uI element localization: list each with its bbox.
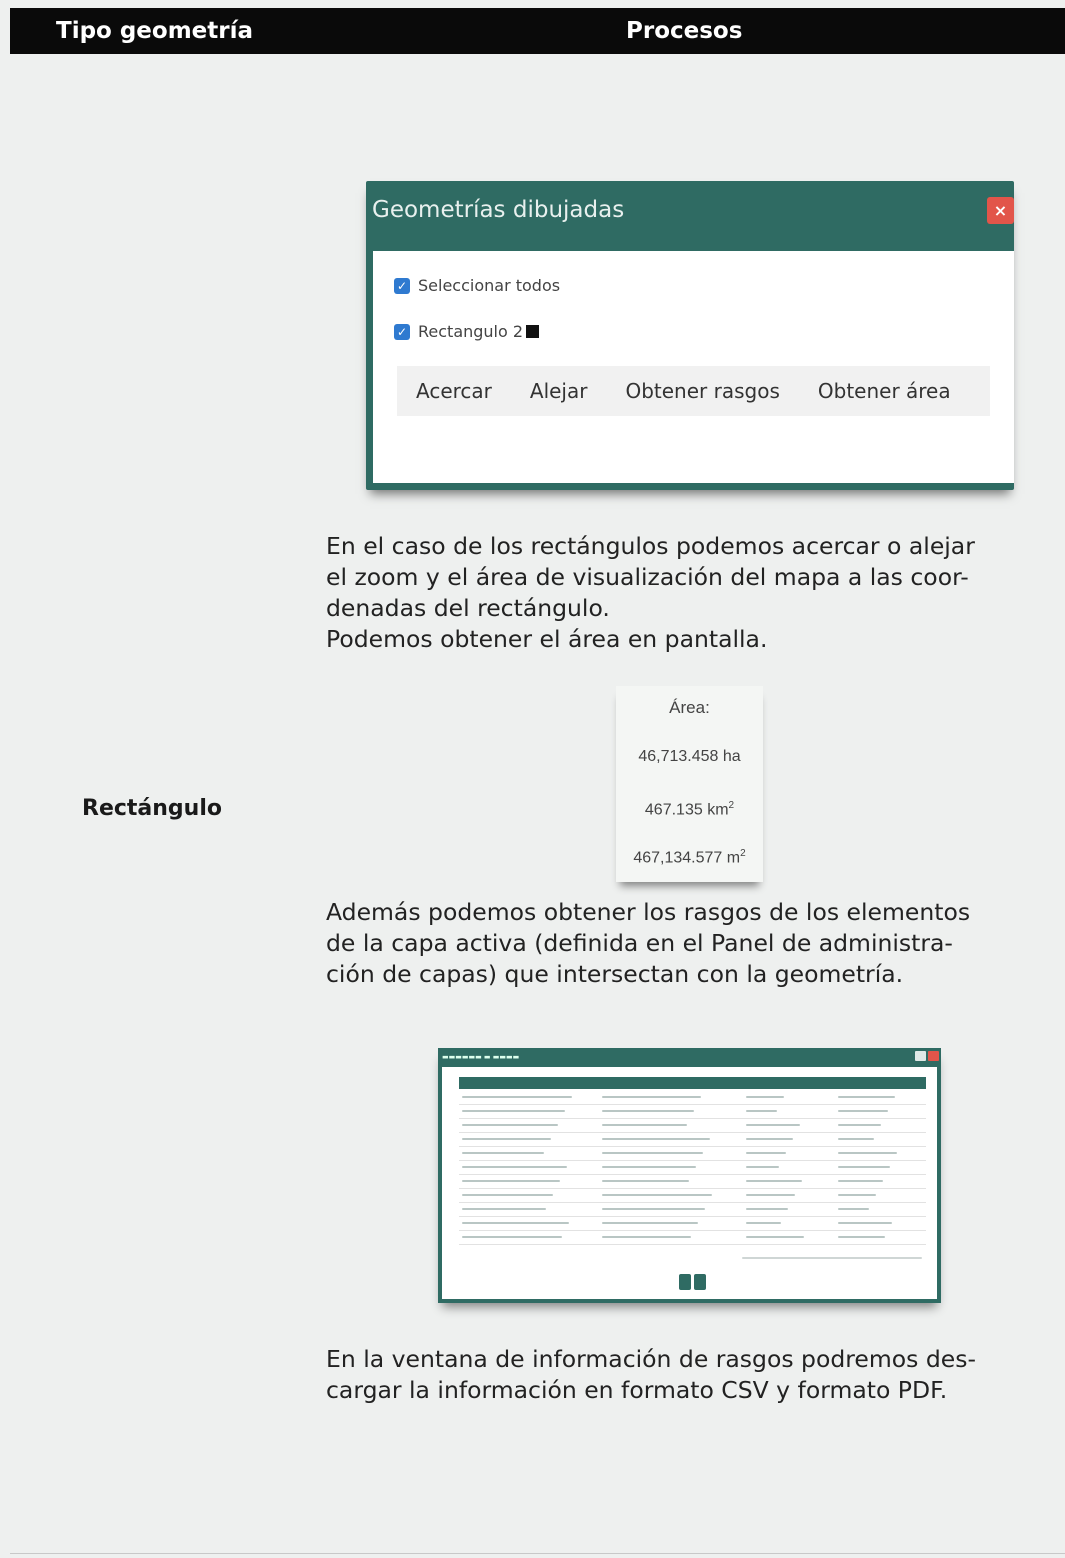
table-cell — [746, 1152, 786, 1154]
table-row — [459, 1202, 926, 1203]
table-cell — [838, 1236, 885, 1238]
table-row — [459, 1160, 926, 1161]
table-cell — [838, 1222, 892, 1224]
dialog-body: ✓ Seleccionar todos ✓ Rectangulo 2 Acerc… — [373, 251, 1014, 483]
paragraph-zoom: En el caso de los rectángulos podemos ac… — [326, 532, 975, 653]
table-cell — [838, 1166, 890, 1168]
table-cell — [602, 1194, 712, 1196]
color-swatch — [526, 325, 540, 338]
table-row — [459, 1230, 926, 1231]
checkbox-checked-icon[interactable]: ✓ — [394, 323, 410, 340]
table-cell — [838, 1096, 895, 1098]
rasgos-table-area — [442, 1067, 937, 1299]
table-row — [459, 1146, 926, 1147]
table-cell — [602, 1152, 703, 1154]
csv-download-icon[interactable] — [679, 1274, 691, 1290]
table-cell — [746, 1194, 795, 1196]
paragraph-descarga: En la ventana de información de rasgos p… — [326, 1345, 976, 1404]
table-row — [459, 1188, 926, 1189]
pagination[interactable] — [742, 1257, 922, 1259]
obtener-area-button[interactable]: Obtener área — [799, 379, 970, 403]
rasgos-window: ▬▬▬▬▬▬ ▬ ▬▬▬▬ — [438, 1048, 941, 1303]
area-result-box: Área: 46,713.458 ha 467.135 km2 467,134.… — [616, 686, 763, 882]
maximize-icon[interactable] — [915, 1051, 926, 1061]
close-icon[interactable] — [928, 1051, 939, 1061]
table-row — [459, 1174, 926, 1175]
table-cell — [746, 1236, 804, 1238]
table-cell — [462, 1194, 553, 1196]
table-cell — [462, 1222, 569, 1224]
table-cell — [746, 1138, 793, 1140]
table-cell — [462, 1180, 560, 1182]
table-cell — [462, 1236, 562, 1238]
table-cell — [602, 1138, 710, 1140]
area-ha-value: 46,713.458 ha — [638, 748, 741, 765]
table-cell — [838, 1110, 888, 1112]
table-cell — [462, 1096, 572, 1098]
checkbox-checked-icon[interactable]: ✓ — [394, 277, 410, 294]
close-icon[interactable]: × — [987, 197, 1014, 224]
table-cell — [602, 1236, 691, 1238]
table-cell — [746, 1208, 788, 1210]
table-cell — [838, 1208, 869, 1210]
table-cell — [602, 1110, 694, 1112]
obtener-rasgos-button[interactable]: Obtener rasgos — [606, 379, 798, 403]
table-cell — [746, 1180, 802, 1182]
bottom-rule — [10, 1553, 1065, 1554]
geometrias-dialog: Geometrías dibujadas × ✓ Seleccionar tod… — [366, 181, 1014, 490]
alejar-button[interactable]: Alejar — [511, 379, 607, 403]
table-row — [459, 1216, 926, 1217]
pdf-download-icon[interactable] — [694, 1274, 706, 1290]
table-cell — [838, 1180, 883, 1182]
column-header-procesos: Procesos — [626, 18, 743, 44]
table-cell — [602, 1208, 705, 1210]
table-cell — [746, 1222, 781, 1224]
table-cell — [838, 1194, 876, 1196]
table-cell — [462, 1208, 546, 1210]
table-cell — [602, 1124, 687, 1126]
rectangle-item-label: Rectangulo 2 — [418, 322, 524, 341]
select-all-label: Seleccionar todos — [418, 276, 561, 295]
table-cell — [838, 1152, 897, 1154]
table-cell — [602, 1222, 698, 1224]
area-m-value: 467,134.577 m2 — [633, 848, 746, 867]
rectangle-item-row[interactable]: ✓ Rectangulo 2 — [394, 322, 540, 341]
rasgos-table-header — [459, 1077, 926, 1089]
table-row — [459, 1104, 926, 1105]
table-cell — [746, 1166, 779, 1168]
table-cell — [462, 1166, 567, 1168]
rasgos-window-title: ▬▬▬▬▬▬ ▬ ▬▬▬▬ — [442, 1053, 520, 1061]
table-cell — [838, 1138, 874, 1140]
table-cell — [838, 1124, 881, 1126]
dialog-button-bar: Acercar Alejar Obtener rasgos Obtener ár… — [397, 366, 990, 416]
table-header: Tipo geometría Procesos — [10, 8, 1065, 54]
table-cell — [746, 1096, 784, 1098]
rasgos-window-controls — [915, 1051, 939, 1061]
table-row — [459, 1244, 926, 1245]
dialog-title: Geometrías dibujadas — [372, 197, 625, 223]
select-all-row[interactable]: ✓ Seleccionar todos — [394, 276, 560, 295]
table-cell — [746, 1110, 777, 1112]
table-cell — [462, 1110, 565, 1112]
table-row — [459, 1118, 926, 1119]
table-cell — [602, 1096, 701, 1098]
table-cell — [746, 1124, 800, 1126]
table-cell — [462, 1124, 558, 1126]
paragraph-rasgos: Además podemos obtener los rasgos de los… — [326, 898, 971, 988]
area-km-value: 467.135 km2 — [644, 800, 735, 819]
table-cell — [602, 1166, 696, 1168]
table-cell — [462, 1152, 544, 1154]
column-header-tipo-geometria: Tipo geometría — [56, 18, 254, 44]
acercar-button[interactable]: Acercar — [397, 379, 511, 403]
area-label: Área: — [669, 698, 710, 717]
table-cell — [462, 1138, 551, 1140]
table-row — [459, 1132, 926, 1133]
row-label: Rectángulo — [82, 796, 222, 821]
table-cell — [602, 1180, 689, 1182]
